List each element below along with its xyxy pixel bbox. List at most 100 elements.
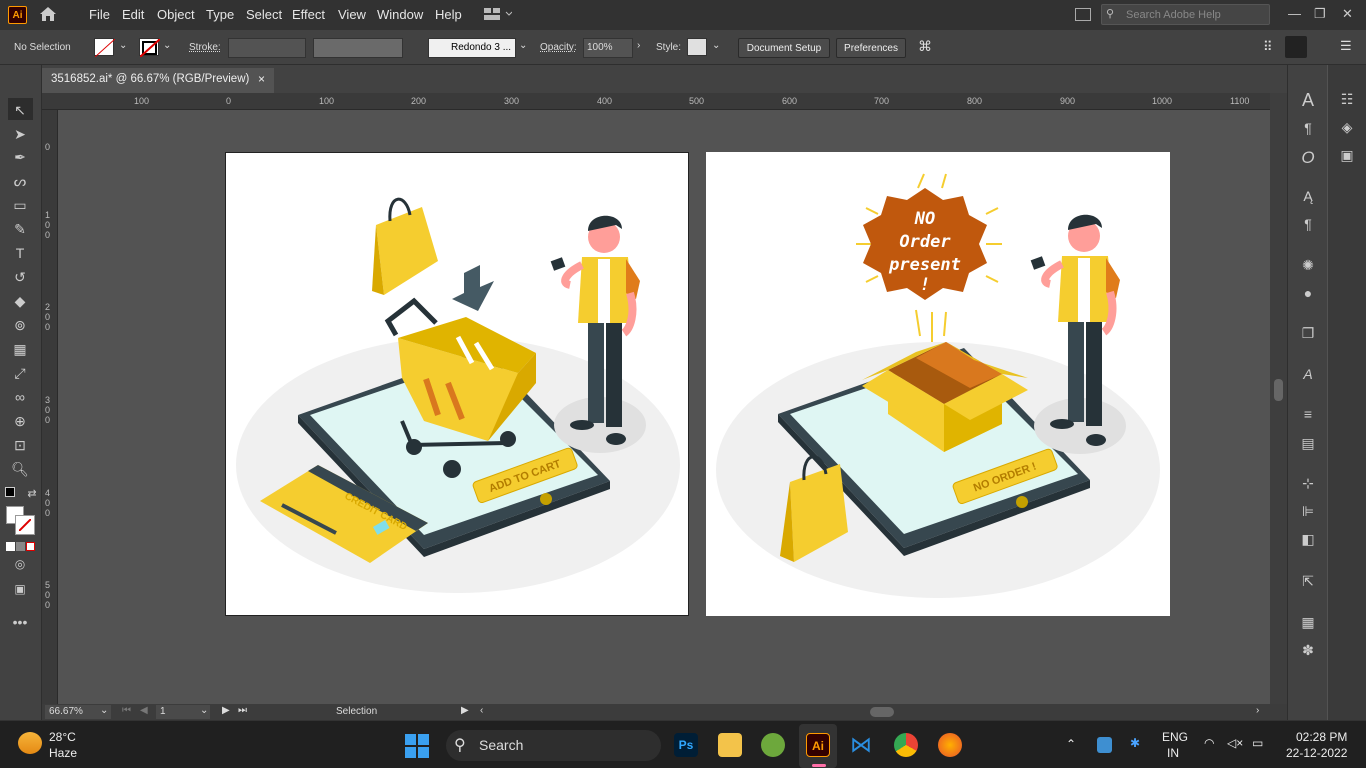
properties-panel-icon[interactable] <box>1285 36 1307 58</box>
pen-tool-icon[interactable]: ✒ <box>10 148 30 166</box>
selection-tool-icon[interactable]: ↖ <box>10 101 30 119</box>
more-tools-icon[interactable]: ••• <box>10 613 30 631</box>
panel-toggle-icon[interactable] <box>1075 8 1091 21</box>
menu-file[interactable]: File <box>89 7 110 22</box>
character-styles-icon[interactable]: Ą <box>1298 188 1318 206</box>
close-tab-icon[interactable]: × <box>258 72 265 86</box>
file-explorer-icon[interactable] <box>718 733 742 757</box>
stroke-swatch[interactable] <box>139 38 161 58</box>
symbols-panel-icon[interactable]: ❐ <box>1298 325 1318 343</box>
type-tool-icon[interactable]: T <box>10 244 30 262</box>
artboard-2[interactable]: NO ORDER ! NO Order present ! <box>706 152 1170 616</box>
color-mode-icon[interactable] <box>6 542 15 551</box>
vscode-icon[interactable]: ⋈ <box>849 733 873 757</box>
export-panel-icon[interactable]: ⇱ <box>1298 573 1318 591</box>
weather-icon[interactable] <box>18 732 42 754</box>
home-icon[interactable] <box>39 6 57 22</box>
fill-dropdown-icon[interactable]: ⌄ <box>119 40 127 51</box>
illustrator-taskbar-icon[interactable]: Ai <box>806 733 830 757</box>
minimize-icon[interactable]: — <box>1288 6 1301 21</box>
hamburger-menu-icon[interactable]: ☰ <box>1340 38 1352 54</box>
tray-chevron-icon[interactable]: ⌃ <box>1066 737 1076 751</box>
first-artboard-icon[interactable]: ⏮ <box>122 705 131 716</box>
graphic-styles-icon[interactable]: ● <box>1298 285 1318 303</box>
vertical-scroll-thumb[interactable] <box>1274 379 1283 401</box>
warp-tool-icon[interactable]: ⊚ <box>10 316 30 334</box>
security-icon[interactable] <box>1097 737 1112 753</box>
opacity-arrow-icon[interactable]: › <box>637 40 640 51</box>
brush-definition[interactable]: Redondo 3 ... <box>428 38 516 58</box>
artboard-1[interactable]: ADD TO CART CREDIT CARD <box>225 152 689 616</box>
curvature-tool-icon[interactable]: ᔕ <box>10 172 30 190</box>
menu-view[interactable]: View <box>338 7 366 22</box>
menu-object[interactable]: Object <box>157 7 195 22</box>
menu-window[interactable]: Window <box>377 7 423 22</box>
color-guide-icon[interactable]: ✽ <box>1298 642 1318 660</box>
direct-selection-tool-icon[interactable]: ➤ <box>10 125 30 143</box>
shape-builder-tool-icon[interactable]: ⊕ <box>10 412 30 430</box>
search-input[interactable]: Search Adobe Help <box>1101 4 1270 25</box>
swap-colors-icon[interactable]: ⇄ <box>22 485 42 503</box>
language-code[interactable]: ENG <box>1162 730 1188 744</box>
style-swatch[interactable] <box>687 38 707 56</box>
workspace-switcher-icon[interactable] <box>484 8 513 21</box>
libraries-panel-icon[interactable]: ▣ <box>1337 147 1357 165</box>
canvas[interactable]: ADD TO CART CREDIT CARD NO ORDER ! NO Or… <box>58 110 1270 704</box>
properties-icon[interactable]: ☷ <box>1337 91 1357 109</box>
glyphs-panel-icon[interactable]: A <box>1298 366 1318 384</box>
taskbar-search[interactable]: Search <box>446 730 661 761</box>
opentype-panel-icon[interactable]: O <box>1298 148 1318 167</box>
opacity-field[interactable]: 100% <box>583 38 633 58</box>
menu-effect[interactable]: Effect <box>292 7 325 22</box>
rectangle-tool-icon[interactable]: ▭ <box>10 196 30 214</box>
status-menu-arrow-icon[interactable]: ▶ <box>461 705 469 716</box>
restore-icon[interactable]: ❐ <box>1314 6 1326 22</box>
volume-icon[interactable]: ◁× <box>1227 736 1243 750</box>
menu-type[interactable]: Type <box>206 7 234 22</box>
document-setup-button[interactable]: Document Setup <box>738 38 830 58</box>
transform-icon[interactable]: ⌘ <box>918 38 932 55</box>
brush-dropdown-icon[interactable]: ⌄ <box>519 40 527 51</box>
clock-time[interactable]: 02:28 PM <box>1296 730 1347 744</box>
bluetooth-icon[interactable]: ✱ <box>1130 736 1140 750</box>
menu-edit[interactable]: Edit <box>122 7 144 22</box>
pathfinder-panel-icon[interactable]: ◧ <box>1298 531 1318 549</box>
none-mode-icon[interactable] <box>26 542 35 551</box>
style-dropdown-icon[interactable]: ⌄ <box>712 40 720 51</box>
stroke-color-swatch[interactable] <box>15 515 35 535</box>
last-artboard-icon[interactable]: ⏭ <box>238 705 247 716</box>
horizontal-scroll-thumb[interactable] <box>870 707 894 717</box>
app-icon-green[interactable] <box>761 733 785 757</box>
paragraph-styles-icon[interactable]: ¶ <box>1298 216 1318 234</box>
start-menu-icon[interactable] <box>405 734 429 758</box>
chrome-icon[interactable] <box>894 733 918 757</box>
menu-select[interactable]: Select <box>246 7 282 22</box>
arrange-icon[interactable]: ⠿ <box>1263 39 1273 55</box>
default-colors-icon[interactable] <box>5 487 15 497</box>
clock-date[interactable]: 22-12-2022 <box>1286 746 1347 760</box>
eyedropper-tool-icon[interactable]: ⤢ <box>10 364 30 382</box>
wifi-icon[interactable]: ◠ <box>1204 736 1214 750</box>
variable-width-profile[interactable] <box>313 38 403 58</box>
zoom-tool-icon[interactable]: 🔍︎ <box>10 460 30 478</box>
artboard-dropdown-icon[interactable]: ⌄ <box>200 705 208 716</box>
stroke-weight-field[interactable] <box>228 38 306 58</box>
language-region[interactable]: IN <box>1167 746 1179 760</box>
battery-icon[interactable]: ▭ <box>1252 736 1263 750</box>
gradient-mode-icon[interactable] <box>16 542 25 551</box>
blend-tool-icon[interactable]: ∞ <box>10 388 30 406</box>
paragraph-panel-icon[interactable]: ¶ <box>1298 120 1318 138</box>
draw-mode-icon[interactable]: ◎ <box>10 555 30 573</box>
transform-panel-icon[interactable]: ⊹ <box>1298 475 1318 493</box>
firefox-icon[interactable] <box>938 733 962 757</box>
photoshop-icon[interactable]: Ps <box>674 733 698 757</box>
artboard-tool-icon[interactable]: ⊡ <box>10 436 30 454</box>
paintbrush-tool-icon[interactable]: ✎ <box>10 220 30 238</box>
screen-mode-icon[interactable]: ▣ <box>10 580 30 598</box>
swatches-panel-icon[interactable]: ▦ <box>1298 614 1318 632</box>
stroke-panel-icon[interactable]: ≡ <box>1298 406 1318 424</box>
eraser-tool-icon[interactable]: ◆ <box>10 292 30 310</box>
scroll-right-icon[interactable]: › <box>1256 705 1259 716</box>
fill-swatch[interactable] <box>94 38 116 58</box>
document-tab[interactable]: 3516852.ai* @ 66.67% (RGB/Preview) × <box>42 68 274 93</box>
